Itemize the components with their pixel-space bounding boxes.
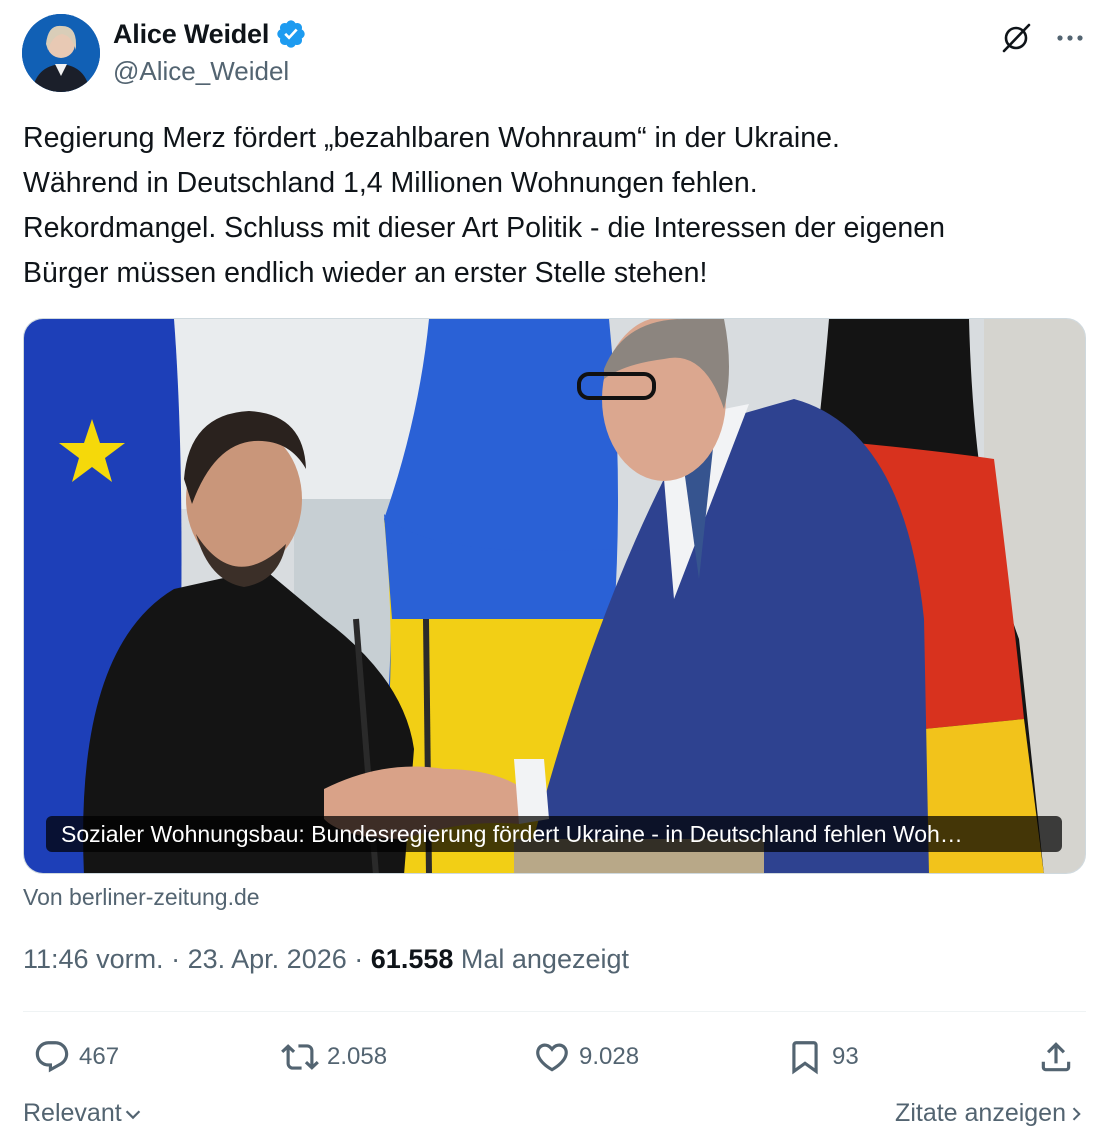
meta-separator: · xyxy=(354,944,364,974)
meta-separator: · xyxy=(171,944,181,974)
card-photo xyxy=(24,319,1085,873)
action-bar: 467 2.058 9.028 93 xyxy=(23,1032,1086,1082)
repost-icon xyxy=(281,1044,319,1070)
handle[interactable]: @Alice_Weidel xyxy=(113,56,289,87)
share-icon xyxy=(1041,1042,1071,1072)
replies-footer: Relevant Zitate anzeigen xyxy=(23,1097,1086,1137)
sort-label: Relevant xyxy=(23,1099,122,1127)
grok-button[interactable] xyxy=(996,18,1036,58)
repost-button[interactable]: 2.058 xyxy=(281,1032,387,1082)
heart-icon xyxy=(536,1043,568,1072)
share-button[interactable] xyxy=(1037,1032,1075,1082)
card-caption[interactable]: Sozialer Wohnungsbau: Bundesregierung fö… xyxy=(46,816,1062,852)
bookmark-button[interactable]: 93 xyxy=(786,1032,859,1082)
bookmark-count: 93 xyxy=(832,1043,859,1070)
quotes-label: Zitate anzeigen xyxy=(895,1099,1066,1127)
verified-badge-icon[interactable] xyxy=(275,18,307,50)
more-icon xyxy=(1057,35,1083,41)
tweet-text-line: Während in Deutschland 1,4 Millionen Woh… xyxy=(23,167,758,199)
sort-dropdown[interactable]: Relevant xyxy=(23,1099,144,1128)
avatar[interactable] xyxy=(22,14,100,92)
view-count: 61.558 xyxy=(370,944,454,974)
grok-icon xyxy=(1002,23,1031,53)
chevron-right-icon xyxy=(1072,1106,1081,1121)
tweet-time[interactable]: 11:46 vorm. xyxy=(23,944,164,974)
tweet-text-line: Regierung Merz fördert „bezahlbaren Wohn… xyxy=(23,122,840,154)
name-row: Alice Weidel xyxy=(113,18,307,50)
tweet-text-line: Bürger müssen endlich wieder an erster S… xyxy=(23,257,708,289)
tweet-meta: 11:46 vorm. · 23. Apr. 2026 · 61.558 Mal… xyxy=(23,944,629,975)
reply-button[interactable]: 467 xyxy=(33,1032,119,1082)
divider xyxy=(23,1011,1086,1012)
tweet-text: Regierung Merz fördert „bezahlbaren Wohn… xyxy=(23,116,1093,296)
like-button[interactable]: 9.028 xyxy=(533,1032,639,1082)
repost-count: 2.058 xyxy=(327,1043,388,1070)
reply-icon xyxy=(35,1041,69,1073)
tweet-date[interactable]: 23. Apr. 2026 xyxy=(188,944,347,974)
avatar-image xyxy=(22,14,100,92)
bookmark-icon xyxy=(792,1041,818,1075)
more-button[interactable] xyxy=(1050,18,1090,58)
tweet-header: Alice Weidel @Alice_Weidel xyxy=(22,14,1092,94)
chevron-down-icon xyxy=(125,1109,140,1119)
views-label: Mal angezeigt xyxy=(460,944,629,974)
reply-count: 467 xyxy=(79,1043,120,1070)
link-card[interactable]: Sozialer Wohnungsbau: Bundesregierung fö… xyxy=(23,318,1086,874)
card-source[interactable]: Von berliner-zeitung.de xyxy=(23,884,260,911)
tweet-text-line: Rekordmangel. Schluss mit dieser Art Pol… xyxy=(23,212,945,244)
display-name[interactable]: Alice Weidel xyxy=(113,19,269,50)
quotes-link[interactable]: Zitate anzeigen xyxy=(895,1099,1086,1128)
like-count: 9.028 xyxy=(579,1043,640,1070)
